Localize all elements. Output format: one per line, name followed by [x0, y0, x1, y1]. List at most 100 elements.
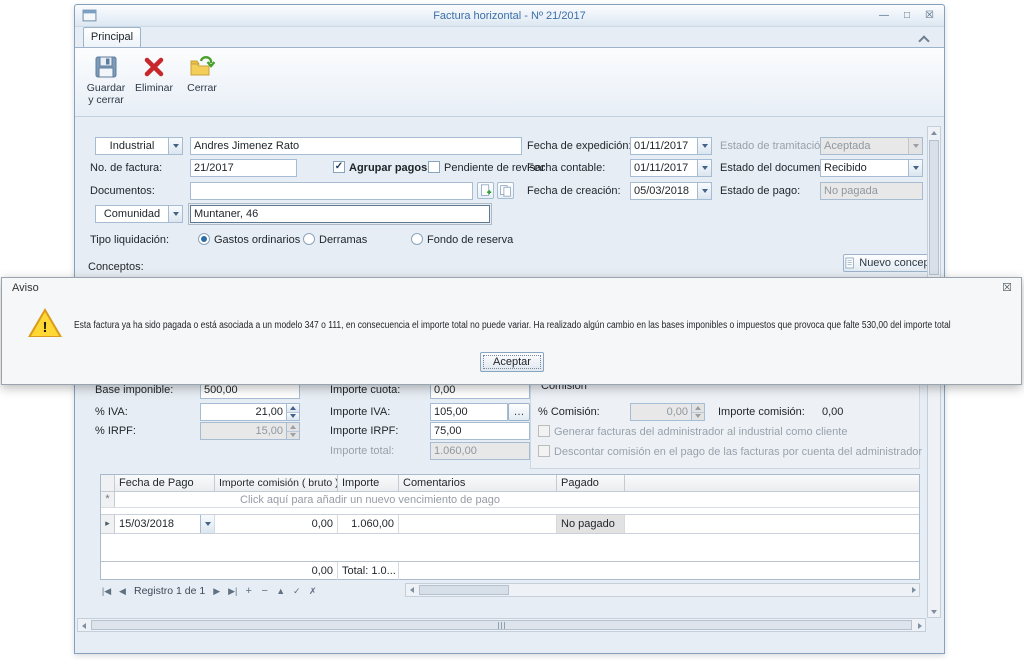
column-header-pagado[interactable]: Pagado — [557, 475, 625, 492]
vertical-scrollbar-thumb[interactable] — [929, 140, 939, 275]
documents-label: Documentos: — [90, 185, 155, 197]
grid-data-row[interactable]: ▸ 15/03/2018 0,00 1.060,00 No pagado — [101, 514, 919, 534]
radio-derramas-label[interactable]: Derramas — [319, 234, 367, 246]
group-payments-label[interactable]: Agrupar pagos — [349, 162, 427, 174]
horizontal-scrollbar[interactable] — [77, 618, 926, 632]
iva-amount-field[interactable]: 105,00 — [430, 403, 508, 421]
column-header-fecha-de-pago[interactable]: Fecha de Pago — [115, 475, 215, 492]
community-type-dropdown-button[interactable] — [168, 206, 182, 222]
dialog-title: Aviso — [12, 282, 39, 294]
new-concept-icon — [845, 257, 855, 269]
nav-record-label: Registro 1 de 1 — [132, 585, 207, 597]
creation-date-field[interactable]: 05/03/2018 — [630, 182, 712, 200]
ribbon: Guardar y cerrar Eliminar Cerrar — [75, 47, 944, 117]
radio-fondo-reserva[interactable] — [411, 233, 423, 245]
grid-new-row[interactable]: * Click aquí para añadir un nuevo vencim… — [101, 492, 919, 508]
minimize-button[interactable]: — — [879, 9, 889, 22]
commission-pct-spinner: 0,00 — [630, 403, 705, 421]
cell-comision[interactable]: 0,00 — [215, 515, 338, 533]
warning-icon: ! — [28, 308, 62, 337]
document-status-combo[interactable]: Recibido — [820, 159, 923, 177]
cell-pagado[interactable]: No pagado — [557, 515, 625, 533]
commission-pct-spin-buttons — [691, 404, 704, 420]
delete-icon — [141, 54, 167, 80]
accept-button[interactable]: Aceptar — [480, 352, 544, 372]
accounting-date-dropdown-button[interactable] — [697, 160, 711, 176]
column-header-importe-comision[interactable]: Importe comisión ( bruto ) — [215, 475, 338, 492]
commission-amount-label: Importe comisión: — [718, 406, 805, 418]
grid-scrollbar-thumb[interactable] — [419, 585, 509, 595]
iva-pct-spinner[interactable]: 21,00 — [200, 403, 300, 421]
nav-first-button[interactable]: |◀ — [100, 584, 113, 598]
nav-last-button[interactable]: ▶| — [226, 584, 239, 598]
nav-commit-button[interactable]: ✓ — [290, 584, 303, 598]
radio-gastos-ordinarios-label[interactable]: Gastos ordinarios — [214, 234, 300, 246]
grid-scroll-right-button[interactable] — [907, 584, 919, 596]
group-payments-checkbox[interactable]: ✓ — [333, 161, 345, 173]
issue-date-dropdown-button[interactable] — [697, 138, 711, 154]
scroll-right-button[interactable] — [913, 620, 925, 632]
grid-footer: 0,00 Total: 1.0... — [101, 561, 919, 579]
tab-principal[interactable]: Principal — [83, 27, 141, 47]
grid-indicator-header — [101, 475, 115, 492]
irpf-amount-field[interactable]: 75,00 — [430, 422, 530, 440]
nav-cancel-button[interactable]: ✗ — [306, 584, 319, 598]
close-invoice-button[interactable]: Cerrar — [179, 52, 225, 114]
documents-field[interactable] — [190, 182, 473, 200]
cell-fecha-dropdown-button[interactable] — [200, 515, 214, 533]
nav-append-button[interactable]: + — [242, 584, 255, 598]
nav-prev-button[interactable]: ◀ — [116, 584, 129, 598]
entity-type-dropdown-button[interactable] — [168, 138, 182, 154]
total-amount-label: Importe total: — [330, 445, 394, 457]
cell-fecha[interactable]: 15/03/2018 — [115, 515, 215, 533]
grid-horizontal-scrollbar[interactable] — [405, 583, 920, 597]
nav-edit-button[interactable]: ▲ — [274, 584, 287, 598]
horizontal-scrollbar-thumb[interactable] — [91, 620, 912, 630]
dialog-close-icon[interactable]: ☒ — [1002, 281, 1012, 294]
column-header-comentarios[interactable]: Comentarios — [399, 475, 557, 492]
copy-icon — [499, 184, 512, 197]
entity-type-combo[interactable]: Industrial — [95, 137, 183, 155]
close-button[interactable]: ☒ — [925, 9, 934, 22]
community-field[interactable]: Muntaner, 46 — [190, 205, 490, 223]
cell-comentarios[interactable] — [399, 515, 557, 533]
attach-document-button[interactable] — [477, 182, 494, 199]
pending-review-checkbox[interactable] — [428, 161, 440, 173]
grid-scroll-left-button[interactable] — [406, 584, 418, 596]
window-title: Factura horizontal - Nº 21/2017 — [75, 10, 944, 22]
entity-type-value: Industrial — [96, 138, 168, 154]
document-status-dropdown-button[interactable] — [908, 160, 922, 176]
warning-dialog: Aviso ☒ ! Esta factura ya ha sido pagada… — [1, 277, 1022, 385]
cuota-amount-label: Importe cuota: — [330, 384, 400, 396]
new-row-hint[interactable]: Click aquí para añadir un nuevo vencimie… — [115, 494, 625, 506]
creation-date-dropdown-button[interactable] — [697, 183, 711, 199]
issue-date-field[interactable]: 01/11/2017 — [630, 137, 712, 155]
invoice-number-field[interactable]: 21/2017 — [190, 159, 297, 177]
copy-document-button[interactable] — [497, 182, 514, 199]
delete-button[interactable]: Eliminar — [131, 52, 177, 114]
concepts-label: Conceptos: — [88, 261, 144, 273]
current-row-indicator: ▸ — [101, 515, 115, 533]
invoice-number-label: No. de factura: — [90, 162, 162, 174]
cell-importe[interactable]: 1.060,00 — [338, 515, 399, 533]
accounting-date-field[interactable]: 01/11/2017 — [630, 159, 712, 177]
processing-status-label: Estado de tramitación: — [720, 140, 829, 152]
radio-fondo-reserva-label[interactable]: Fondo de reserva — [427, 234, 513, 246]
maximize-button[interactable]: □ — [904, 9, 910, 22]
iva-ellipsis-button[interactable]: … — [508, 403, 530, 421]
collapse-ribbon-button[interactable] — [916, 32, 932, 46]
save-and-close-button[interactable]: Guardar y cerrar — [83, 52, 129, 114]
nav-next-button[interactable]: ▶ — [210, 584, 223, 598]
scroll-left-button[interactable] — [78, 620, 90, 632]
nav-delete-button[interactable]: − — [258, 584, 271, 598]
column-header-importe[interactable]: Importe — [338, 475, 399, 492]
entity-name-field[interactable]: Andres Jimenez Rato — [190, 137, 522, 155]
scroll-down-button[interactable] — [928, 605, 940, 617]
scroll-up-button[interactable] — [928, 127, 940, 139]
community-type-combo[interactable]: Comunidad — [95, 205, 183, 223]
commission-amount-value: 0,00 — [822, 406, 843, 418]
issue-date-label: Fecha de expedición: — [527, 140, 632, 152]
radio-gastos-ordinarios[interactable] — [198, 233, 210, 245]
radio-derramas[interactable] — [303, 233, 315, 245]
iva-pct-spin-buttons[interactable] — [286, 404, 299, 420]
